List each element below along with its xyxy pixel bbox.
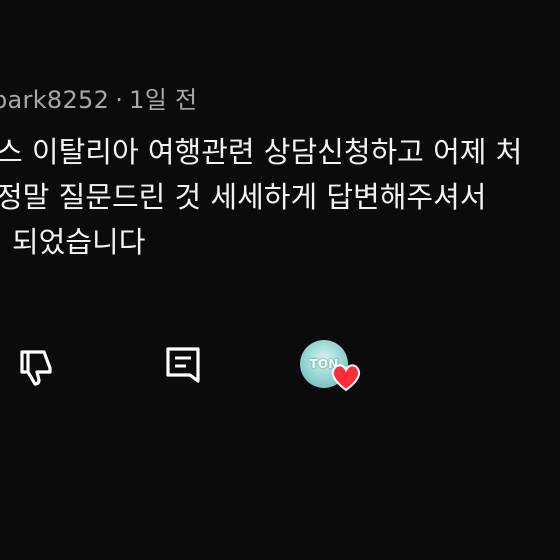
comment-item: park8252 · 1일 전 스 이탈리아 여행관련 상담신청하고 어제 처 정말… [0,0,560,560]
comment-line: 되었습니다 [12,225,146,259]
comment-line: 스 이탈리아 여행관련 상담신청하고 어제 처 [0,135,523,169]
reply-button[interactable] [162,343,206,387]
thumbs-down-icon [20,350,52,386]
creator-heart: TON [300,340,362,396]
comment-author[interactable]: park8252 [0,86,109,114]
reply-comment-icon [166,347,200,383]
dislike-button[interactable] [16,344,62,390]
comment-time: 1일 전 [129,86,198,114]
comment-body: 스 이탈리아 여행관련 상담신청하고 어제 처 정말 질문드린 것 세세하게 답… [0,130,560,265]
comment-line: 정말 질문드린 것 세세하게 답변해주셔서 [0,180,487,214]
red-heart-icon [331,364,361,392]
comment-meta: park8252 · 1일 전 [0,80,197,115]
comment-actions: TON [0,340,560,400]
meta-separator: · [115,86,124,114]
